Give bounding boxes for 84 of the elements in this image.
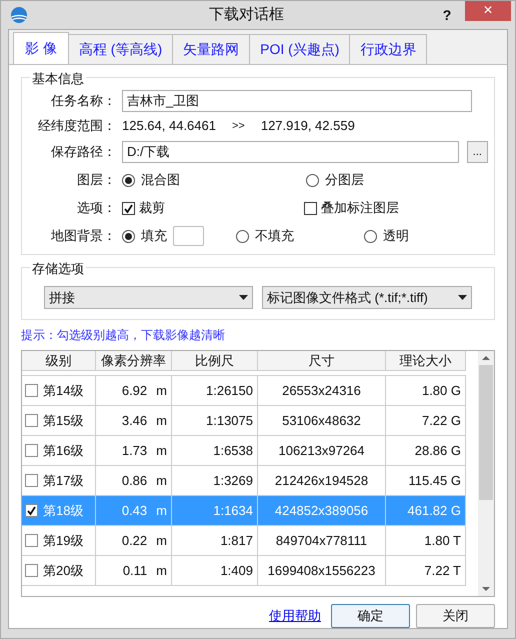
table-row[interactable]: 第14级 6.92 m 1:26150 26553x24316 1.80 G: [22, 376, 466, 406]
tab[interactable]: 影 像: [13, 32, 69, 64]
level-label: 第17级: [43, 472, 84, 490]
radio-label: 混合图: [141, 171, 180, 190]
dialog-button[interactable]: 确定: [331, 604, 410, 628]
help-button[interactable]: ?: [435, 4, 459, 26]
column-header[interactable]: 级别: [22, 351, 96, 370]
table-row[interactable]: 第16级 1.73 m 1:6538 106213x97264 28.86 G: [22, 436, 466, 466]
table-row[interactable]: 第17级 0.86 m 1:3269 212426x194528 115.45 G: [22, 466, 466, 496]
field-label: 经纬度范围：: [37, 117, 116, 136]
checkbox[interactable]: [25, 534, 38, 547]
level-label: 第20级: [43, 562, 84, 580]
resolution-value: 0.22: [122, 532, 148, 550]
hint-text: 提示：勾选级别越高，下载影像越清晰: [21, 327, 226, 344]
field-label: 选项：: [76, 199, 116, 218]
unit-label: m: [156, 382, 167, 400]
checkbox[interactable]: [304, 202, 317, 214]
resolution-value: 6.92: [122, 382, 148, 400]
range-end: 127.919, 42.559: [260, 117, 355, 136]
checkbox[interactable]: [25, 564, 38, 577]
range-start: 125.64, 44.6461: [122, 117, 216, 136]
caret-icon: [458, 295, 467, 300]
radio-button[interactable]: [364, 230, 377, 242]
radio-label: 不填充: [255, 227, 294, 246]
globe-icon: [10, 6, 28, 24]
column-header[interactable]: 比例尺: [172, 351, 258, 370]
checkbox[interactable]: [122, 202, 135, 214]
caret-icon: [239, 295, 248, 300]
resolution-value: 3.46: [122, 412, 148, 430]
format-dropdown[interactable]: 标记图像文件格式 (*.tif;*.tiff): [262, 286, 472, 309]
table-cell: 1:409: [172, 556, 258, 586]
radio-label: 分图层: [325, 171, 364, 190]
resolution-value: 1.73: [122, 442, 148, 460]
column-header[interactable]: 理论大小: [386, 351, 466, 370]
level-label: 第18级: [43, 502, 84, 520]
field-label: 图层：: [76, 171, 116, 190]
level-label: 第14级: [43, 382, 84, 400]
table-row[interactable]: 第20级 0.11 m 1:409 1699408x1556223 7.22 T: [22, 556, 466, 586]
checkbox[interactable]: [25, 504, 38, 517]
radio-button[interactable]: [122, 230, 135, 242]
column-header[interactable]: 尺寸: [258, 351, 386, 370]
help-link[interactable]: 使用帮助: [269, 606, 321, 626]
close-button[interactable]: ×: [465, 1, 511, 21]
unit-label: m: [156, 442, 167, 460]
mode-dropdown[interactable]: 拼接: [44, 286, 254, 309]
level-label: 第16级: [43, 442, 84, 460]
field-label: 任务名称：: [50, 92, 116, 110]
table-row[interactable]: 第15级 3.46 m 1:13075 53106x48632 7.22 G: [22, 406, 466, 436]
color-swatch[interactable]: [173, 226, 204, 246]
resolution-value: 0.86: [122, 472, 148, 490]
range-arrow: >>: [232, 118, 245, 134]
column-header[interactable]: 像素分辨率: [96, 351, 172, 370]
radio-button[interactable]: [236, 230, 249, 242]
unit-label: m: [156, 562, 167, 580]
checkbox[interactable]: [25, 414, 38, 427]
checkbox-label: 裁剪: [139, 199, 165, 218]
radio-label: 透明: [383, 227, 409, 246]
field-label: 保存路径：: [50, 143, 116, 162]
checkbox-label: 叠加标注图层: [321, 199, 399, 218]
checkbox[interactable]: [25, 384, 38, 397]
tab[interactable]: 行政边界: [349, 34, 428, 64]
unit-label: m: [156, 532, 167, 550]
dialog-button[interactable]: 关闭: [416, 604, 495, 628]
save-path-field[interactable]: D:/下载: [122, 141, 459, 163]
unit-label: m: [156, 502, 167, 520]
radio-label: 填充: [141, 227, 167, 246]
checkbox[interactable]: [25, 444, 38, 457]
unit-label: m: [156, 472, 167, 490]
level-label: 第19级: [43, 532, 84, 550]
browse-button[interactable]: ...: [466, 141, 488, 163]
resolution-value: 0.11: [122, 562, 148, 580]
table-cell: 1699408x1556223: [258, 556, 386, 586]
table-row[interactable]: 第19级 0.22 m 1:817 849704x778111 1.80 T: [22, 526, 466, 556]
table-cell: 7.22 T: [386, 556, 466, 586]
level-label: 第15级: [43, 412, 84, 430]
field-label: 地图背景：: [50, 227, 116, 246]
radio-button[interactable]: [306, 174, 319, 186]
unit-label: m: [156, 412, 167, 430]
resolution-value: 0.43: [122, 502, 148, 520]
radio-button[interactable]: [122, 174, 135, 186]
scrollbar[interactable]: [478, 351, 494, 596]
checkbox[interactable]: [25, 474, 38, 487]
window-title: 下载对话框: [208, 4, 285, 25]
task-name-field[interactable]: 吉林市_卫图: [122, 90, 472, 112]
